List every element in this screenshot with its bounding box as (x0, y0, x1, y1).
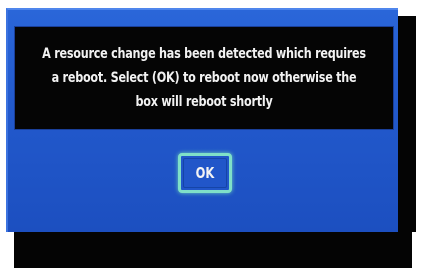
dialog-shadow-bottom (14, 232, 412, 268)
dialog-shadow-right (398, 16, 416, 232)
screen: A resource change has been detected whic… (0, 0, 426, 273)
ok-button-label: OK (195, 164, 215, 182)
ok-button[interactable]: OK (178, 153, 232, 193)
message-panel: A resource change has been detected whic… (14, 26, 394, 130)
reboot-message: A resource change has been detected whic… (42, 46, 366, 110)
reboot-dialog: A resource change has been detected whic… (6, 8, 398, 232)
